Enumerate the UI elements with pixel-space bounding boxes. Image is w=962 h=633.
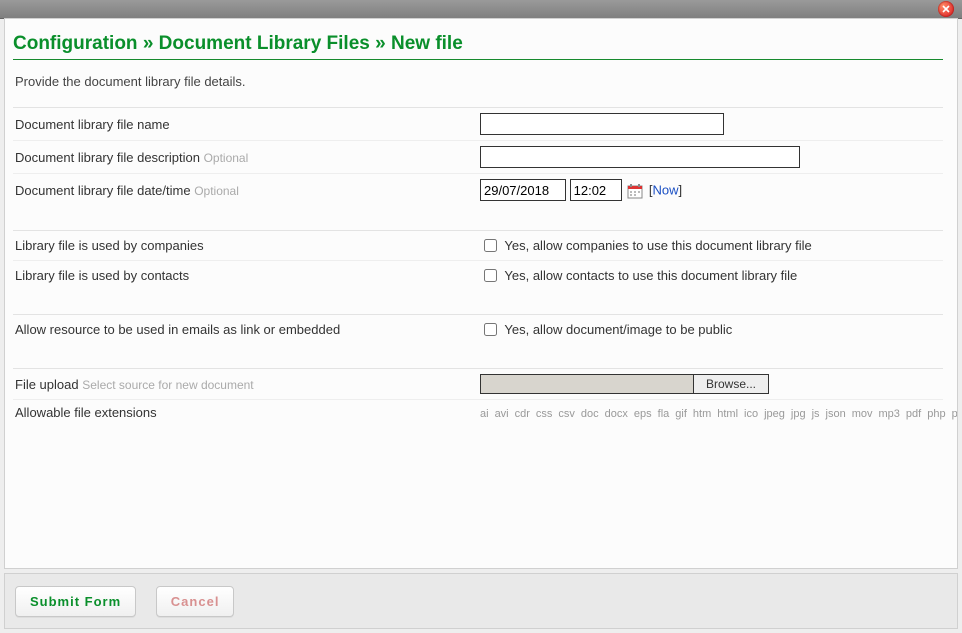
extensions-list: aiavicdrcsscsvdocdocxepsflagifhtmhtmlico… <box>480 405 860 424</box>
file-upload-filename <box>481 375 693 393</box>
contacts-checkbox[interactable] <box>484 269 497 282</box>
time-input[interactable] <box>570 179 622 201</box>
extension-tag: php <box>927 408 945 420</box>
companies-checkbox[interactable] <box>484 239 497 252</box>
extension-tag: doc <box>581 408 599 420</box>
cancel-button[interactable]: Cancel <box>156 586 235 617</box>
extension-tag: png <box>952 408 958 420</box>
extension-tag: docx <box>605 408 628 420</box>
intro-text: Provide the document library file detail… <box>15 74 943 89</box>
extension-tag: js <box>812 408 820 420</box>
breadcrumb-separator: » <box>375 33 391 54</box>
label-file-description: Document library file description Option… <box>13 141 478 174</box>
breadcrumb: Configuration » Document Library Files »… <box>13 33 943 55</box>
label-file-datetime: Document library file date/time Optional <box>13 174 478 207</box>
extension-tag: fla <box>658 408 670 420</box>
breadcrumb-separator: » <box>143 33 159 54</box>
heading-rule <box>13 59 943 60</box>
extension-tag: jpeg <box>764 408 785 420</box>
extension-tag: htm <box>693 408 711 420</box>
label-used-by-companies: Library file is used by companies <box>13 231 478 261</box>
public-checkbox-text: Yes, allow document/image to be public <box>504 322 732 337</box>
extension-tag: jpg <box>791 408 806 420</box>
now-bracket: ] <box>679 183 683 198</box>
extension-tag: csv <box>558 408 575 420</box>
calendar-icon[interactable] <box>627 183 643 199</box>
date-input[interactable] <box>480 179 566 201</box>
extension-tag: ai <box>480 408 489 420</box>
extension-tag: eps <box>634 408 652 420</box>
extension-tag: gif <box>675 408 687 420</box>
extension-tag: cdr <box>515 408 530 420</box>
extension-tag: pdf <box>906 408 921 420</box>
now-link[interactable]: Now <box>653 183 679 198</box>
submit-button[interactable]: Submit Form <box>15 586 136 617</box>
window-titlebar <box>0 0 962 19</box>
extension-tag: mov <box>852 408 873 420</box>
footer-bar: Submit Form Cancel <box>4 573 958 629</box>
label-used-by-contacts: Library file is used by contacts <box>13 261 478 291</box>
file-name-input[interactable] <box>480 113 724 135</box>
breadcrumb-part-1[interactable]: Configuration <box>13 33 138 54</box>
main-panel: Configuration » Document Library Files »… <box>4 18 958 569</box>
file-description-input[interactable] <box>480 146 800 168</box>
extension-tag: css <box>536 408 553 420</box>
label-public: Allow resource to be used in emails as l… <box>13 315 478 345</box>
browse-button[interactable]: Browse... <box>693 375 768 393</box>
public-checkbox[interactable] <box>484 323 497 336</box>
close-icon[interactable] <box>938 1 954 17</box>
label-file-upload: File upload Select source for new docume… <box>13 369 478 400</box>
extension-tag: html <box>717 408 738 420</box>
form-table: Document library file name Document libr… <box>13 107 943 429</box>
breadcrumb-part-3: New file <box>391 33 463 54</box>
breadcrumb-part-2[interactable]: Document Library Files <box>159 33 370 54</box>
label-file-name: Document library file name <box>13 108 478 141</box>
extension-tag: mp3 <box>879 408 900 420</box>
extension-tag: ico <box>744 408 758 420</box>
companies-checkbox-text: Yes, allow companies to use this documen… <box>504 238 811 253</box>
contacts-checkbox-text: Yes, allow contacts to use this document… <box>504 268 797 283</box>
extension-tag: json <box>826 408 846 420</box>
extension-tag: avi <box>495 408 509 420</box>
label-extensions: Allowable file extensions <box>13 400 478 430</box>
file-upload-control[interactable]: Browse... <box>480 374 769 394</box>
